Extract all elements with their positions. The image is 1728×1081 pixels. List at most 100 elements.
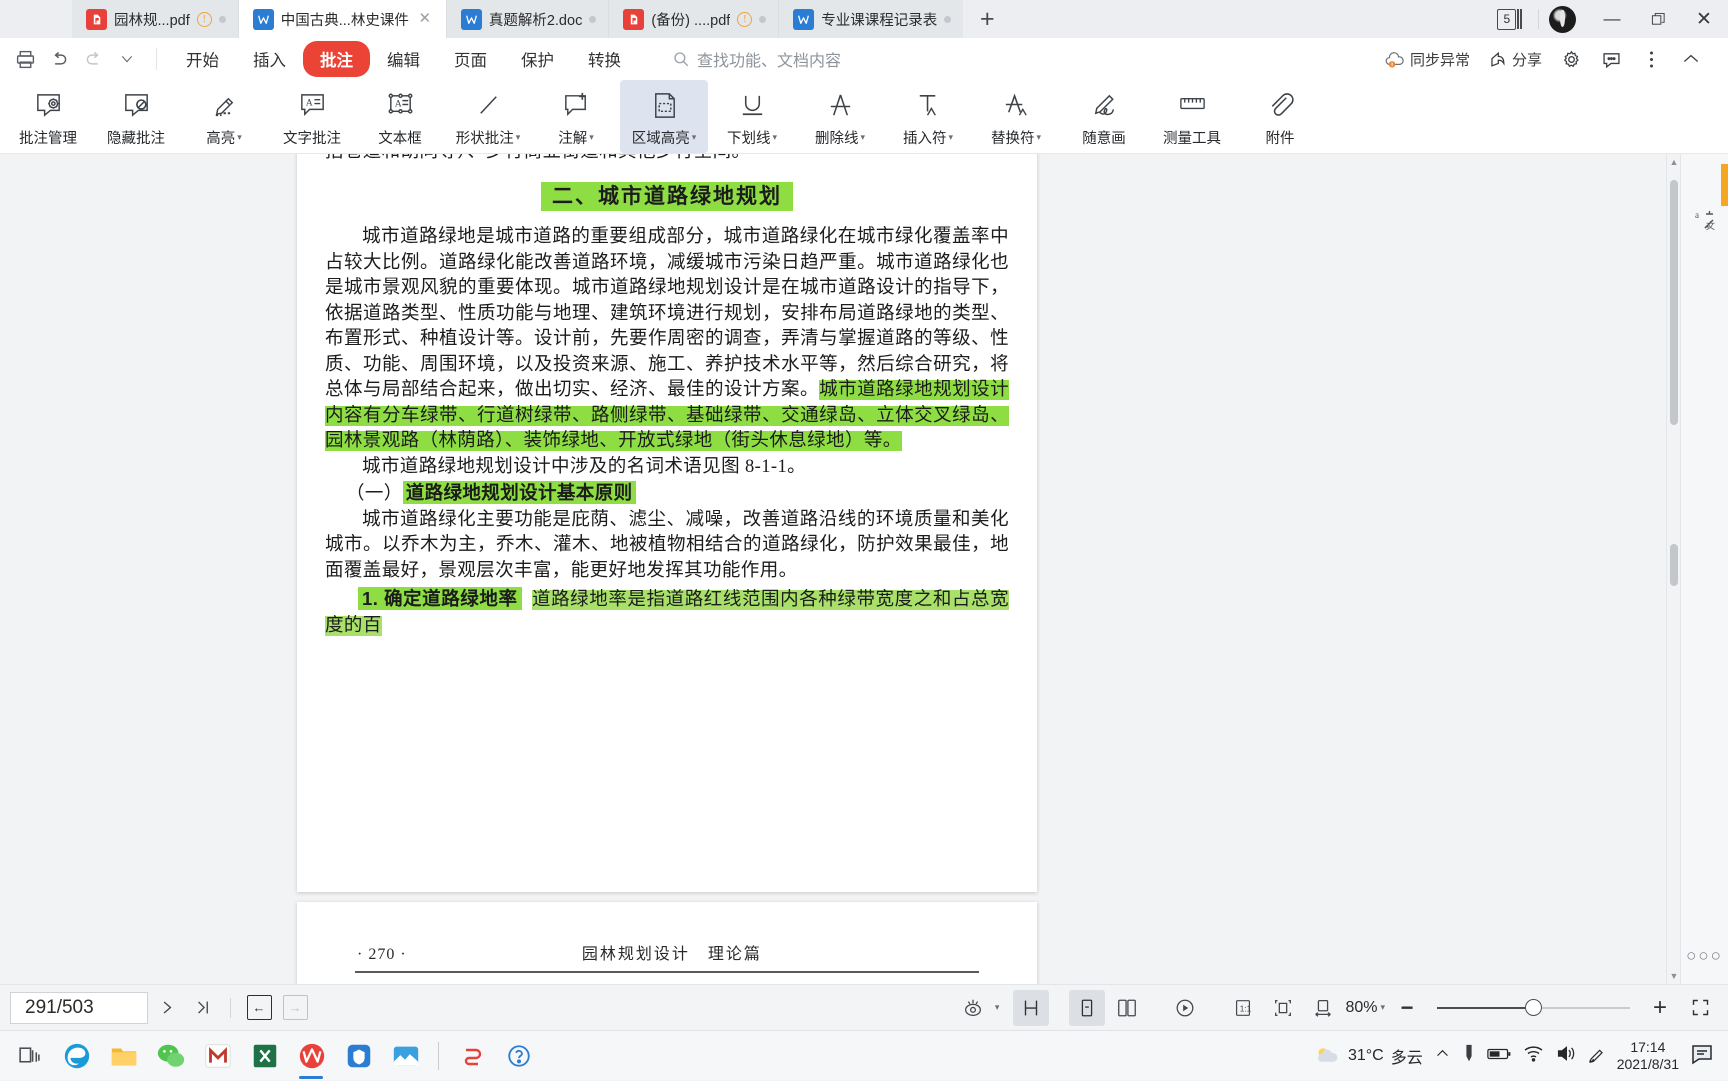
fullscreen-button[interactable]	[1682, 990, 1718, 1026]
help-circle-icon[interactable]	[495, 1031, 542, 1081]
menu-item-convert[interactable]: 转换	[571, 41, 638, 77]
ribbon-button-hide-comments[interactable]: 隐藏批注	[92, 80, 180, 153]
ribbon-button-attachment[interactable]: 附件	[1236, 80, 1324, 153]
scrollbar-thumb-secondary[interactable]	[1670, 544, 1678, 586]
tab-item[interactable]: (备份) ....pdf !	[609, 0, 779, 38]
ribbon-button-freehand[interactable]: 随意画	[1060, 80, 1148, 153]
translate-icon[interactable]: a文	[1693, 208, 1717, 237]
ime-indicator[interactable]	[448, 1031, 495, 1081]
navigate-back-button[interactable]: ←	[241, 990, 277, 1026]
scrollbar-thumb[interactable]	[1670, 180, 1678, 425]
highlight-annotation[interactable]: 道路绿地规划设计基本原则	[403, 481, 636, 504]
ribbon-button-note[interactable]: 注解▾	[532, 80, 620, 153]
document-vertical-scrollbar[interactable]: ▲ ▼	[1666, 154, 1680, 984]
clock[interactable]: 17:14 2021/8/31	[1617, 1039, 1679, 1073]
close-window-button[interactable]: ✕	[1682, 0, 1726, 38]
document-scroll-area[interactable]: 市道路，城市绿地系统中和商业集中地区的步行林阴路等。断面形式根据具体设计要求 而…	[0, 154, 1680, 984]
view-mode-button[interactable]	[955, 990, 991, 1026]
ribbon-button-measure[interactable]: 测量工具	[1148, 80, 1236, 153]
ribbon-label: 高亮▾	[206, 127, 242, 148]
fit-width-button[interactable]	[1305, 990, 1341, 1026]
ribbon-button-strikethrough[interactable]: 删除线▾	[796, 80, 884, 153]
wps-office-icon[interactable]	[288, 1031, 335, 1081]
last-page-button[interactable]	[184, 990, 220, 1026]
ribbon-button-replace-caret[interactable]: 替换符▾	[972, 80, 1060, 153]
mendeley-icon[interactable]	[194, 1031, 241, 1081]
ime-pen-icon[interactable]	[1587, 1044, 1606, 1067]
undo-icon[interactable]	[42, 42, 76, 76]
tab-item-active[interactable]: 中国古典...林史课件 ✕	[239, 0, 447, 38]
ribbon-button-shape-comment[interactable]: 形状批注▾	[444, 80, 532, 153]
menu-item-comment[interactable]: 批注	[303, 41, 370, 77]
file-explorer-icon[interactable]	[100, 1031, 147, 1081]
navigate-forward-button[interactable]: →	[277, 990, 313, 1026]
zoom-slider[interactable]	[1437, 999, 1630, 1016]
weather-widget[interactable]: 31°C 多云	[1314, 1044, 1423, 1068]
notification-icon[interactable]	[1690, 1043, 1714, 1069]
ribbon-button-underline[interactable]: 下划线▾	[708, 80, 796, 153]
gear-icon[interactable]	[1554, 42, 1588, 76]
chevron-down-icon[interactable]	[110, 42, 144, 76]
pen-icon[interactable]	[1462, 1044, 1476, 1067]
more-vertical-icon[interactable]	[1634, 42, 1668, 76]
search-input[interactable]: 查找功能、文档内容	[672, 47, 841, 71]
document-page[interactable]: 市道路，城市绿地系统中和商业集中地区的步行林阴路等。断面形式根据具体设计要求 而…	[297, 154, 1037, 892]
shield-icon[interactable]	[335, 1031, 382, 1081]
fit-page-button[interactable]	[1265, 990, 1301, 1026]
volume-icon[interactable]	[1555, 1044, 1576, 1067]
zoom-level[interactable]: 80%▾	[1345, 999, 1385, 1017]
menu-item-page[interactable]: 页面	[437, 41, 504, 77]
minimize-button[interactable]: —	[1590, 0, 1634, 38]
single-page-view-button[interactable]	[1069, 990, 1105, 1026]
close-icon[interactable]: ✕	[416, 10, 434, 28]
menu-item-start[interactable]: 开始	[169, 41, 236, 77]
menu-item-insert[interactable]: 插入	[236, 41, 303, 77]
photos-icon[interactable]	[382, 1031, 429, 1081]
chevron-down-icon: ▾	[860, 132, 865, 143]
more-options-icon[interactable]: ○○○	[1681, 946, 1728, 966]
scroll-down-arrow[interactable]: ▼	[1669, 971, 1679, 981]
sync-status-button[interactable]: 同步异常	[1378, 45, 1476, 74]
next-page-button[interactable]	[148, 990, 184, 1026]
chevron-up-icon[interactable]	[1674, 42, 1708, 76]
maximize-button[interactable]	[1636, 0, 1680, 38]
ribbon-button-comment-manage[interactable]: 批注管理	[4, 80, 92, 153]
print-icon[interactable]	[8, 42, 42, 76]
scroll-up-arrow[interactable]: ▲	[1669, 157, 1679, 167]
edge-browser-icon[interactable]	[53, 1031, 100, 1081]
actual-size-button[interactable]: 1:1	[1225, 990, 1261, 1026]
new-tab-button[interactable]: +	[963, 0, 1011, 38]
task-view-icon[interactable]	[6, 1031, 53, 1081]
chevron-down-icon[interactable]: ▾	[995, 1002, 1000, 1013]
ribbon-button-highlight[interactable]: 高亮▾	[180, 80, 268, 153]
fit-height-button[interactable]	[1013, 990, 1049, 1026]
ribbon-button-insert-caret[interactable]: 插入符▾	[884, 80, 972, 153]
tab-item[interactable]: 真题解析2.doc	[447, 0, 609, 38]
tab-item[interactable]: 园林规...pdf !	[72, 0, 239, 38]
zoom-out-button[interactable]: −	[1389, 990, 1425, 1026]
slider-knob[interactable]	[1525, 999, 1542, 1016]
sync-status-label: 同步异常	[1410, 49, 1470, 70]
ribbon-button-textbox[interactable]: A 文本框	[356, 80, 444, 153]
share-button[interactable]: 分享	[1482, 45, 1548, 74]
highlight-annotation[interactable]: 1. 确定道路绿地率	[358, 587, 522, 610]
tray-expand-icon[interactable]	[1434, 1045, 1451, 1066]
zoom-in-button[interactable]: +	[1642, 990, 1678, 1026]
ribbon-button-area-highlight[interactable]: 区域高亮▾	[620, 80, 708, 153]
avatar[interactable]	[1549, 6, 1576, 33]
wechat-icon[interactable]	[147, 1031, 194, 1081]
tab-item[interactable]: 专业课课程记录表	[779, 0, 963, 38]
comment-icon[interactable]	[1594, 42, 1628, 76]
excel-icon[interactable]	[241, 1031, 288, 1081]
menu-item-protect[interactable]: 保护	[504, 41, 571, 77]
presentation-play-button[interactable]	[1167, 990, 1203, 1026]
battery-icon[interactable]	[1487, 1046, 1512, 1066]
document-page[interactable]: · 270 · 园林规划设计 理论篇 人行道 路侧绿带 道路红线与	[297, 902, 1037, 984]
menu-item-edit[interactable]: 编辑	[370, 41, 437, 77]
page-number-input[interactable]: 291/503	[10, 992, 148, 1024]
tab-count-badge[interactable]: 5	[1497, 9, 1522, 30]
page-number: · 270 ·	[357, 946, 407, 964]
wifi-icon[interactable]	[1523, 1045, 1544, 1066]
ribbon-button-text-comment[interactable]: A 文字批注	[268, 80, 356, 153]
double-page-view-button[interactable]	[1109, 990, 1145, 1026]
